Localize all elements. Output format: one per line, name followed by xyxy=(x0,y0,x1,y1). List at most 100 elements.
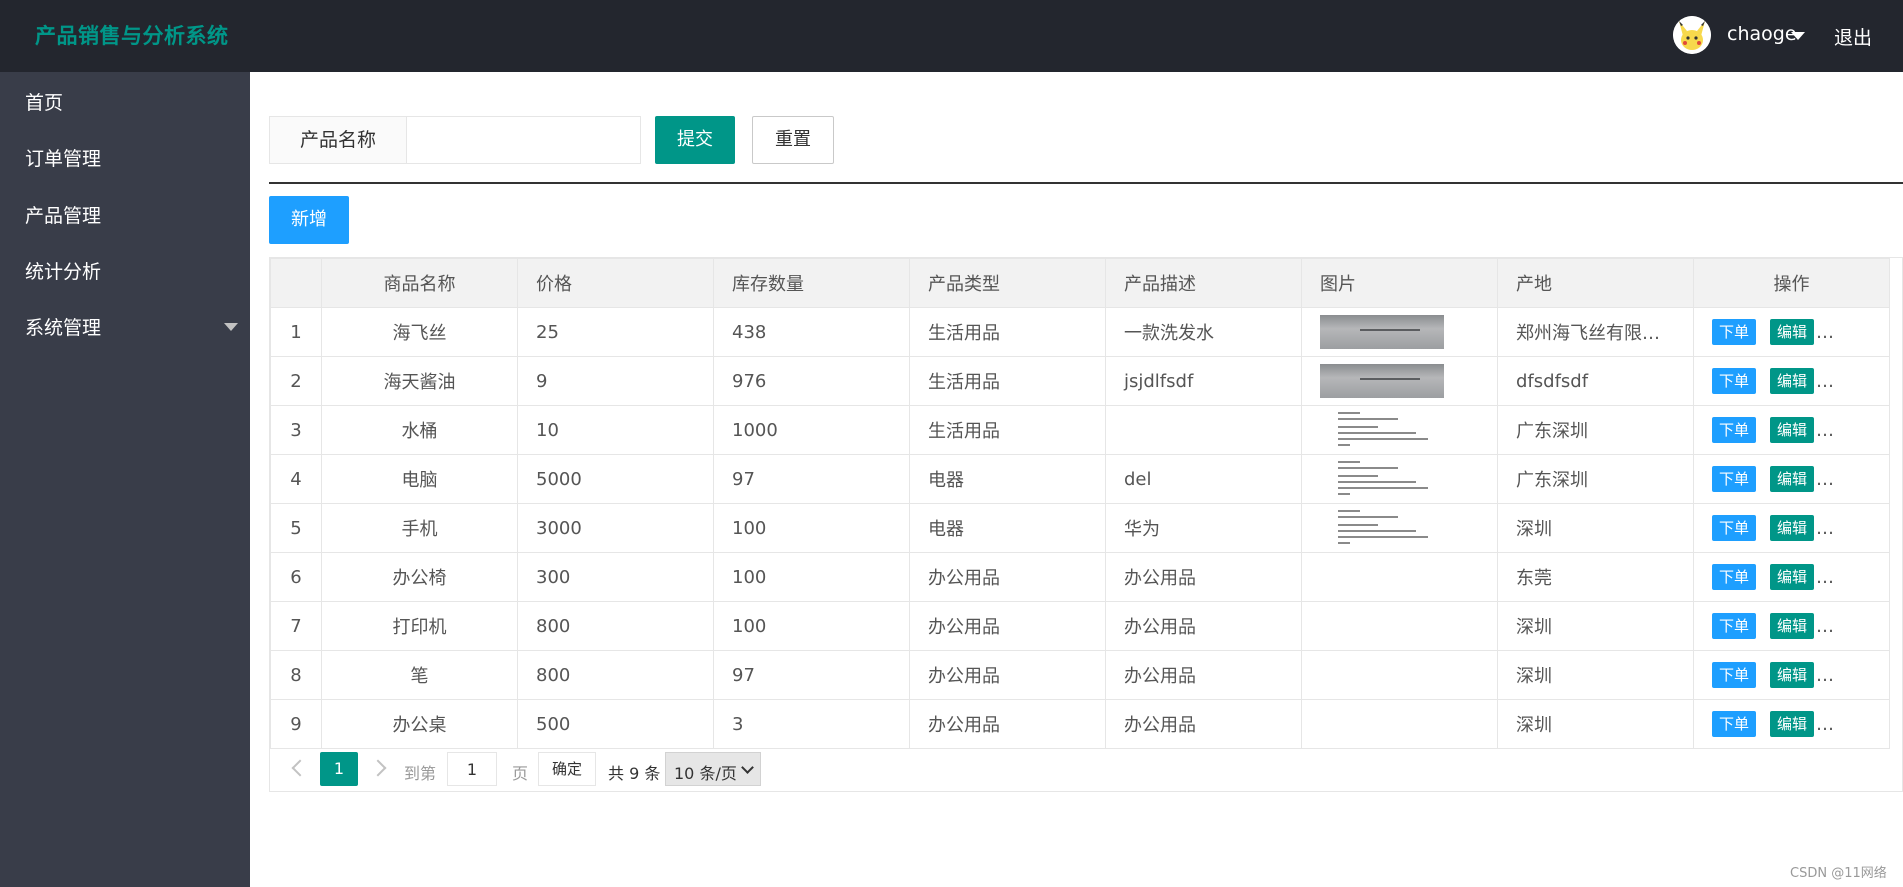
more-actions[interactable]: … xyxy=(1816,616,1834,637)
order-button[interactable]: 下单 xyxy=(1712,466,1757,492)
sidebar-item-products[interactable]: 产品管理 xyxy=(0,185,250,241)
cell-origin: 东莞 xyxy=(1497,552,1694,602)
edit-button[interactable]: 编辑 xyxy=(1770,466,1815,492)
user-menu-chevron-down-icon[interactable] xyxy=(1791,32,1805,40)
reset-button[interactable]: 重置 xyxy=(752,116,834,164)
product-name-input[interactable] xyxy=(407,117,640,163)
column-header-description[interactable]: 产品描述 xyxy=(1105,258,1302,308)
goto-confirm-button[interactable]: 确定 xyxy=(538,752,596,786)
cell-type: 生活用品 xyxy=(909,356,1106,406)
order-button[interactable]: 下单 xyxy=(1712,368,1757,394)
cell-actions: 下单 编辑… xyxy=(1693,552,1890,602)
cell-actions: 下单 编辑… xyxy=(1693,307,1890,357)
current-page-button[interactable]: 1 xyxy=(320,752,358,786)
edit-button[interactable]: 编辑 xyxy=(1770,417,1815,443)
column-header-name[interactable]: 商品名称 xyxy=(321,258,518,308)
cell-index: 2 xyxy=(270,356,322,406)
sidebar-item-home[interactable]: 首页 xyxy=(0,72,250,128)
edit-button[interactable]: 编辑 xyxy=(1770,515,1815,541)
edit-button[interactable]: 编辑 xyxy=(1770,368,1815,394)
cell-type: 办公用品 xyxy=(909,552,1106,602)
cell-name: 打印机 xyxy=(321,601,518,651)
avatar[interactable] xyxy=(1673,16,1711,54)
more-actions[interactable]: … xyxy=(1816,665,1834,686)
sidebar-item-system[interactable]: 系统管理 xyxy=(0,297,250,353)
cell-actions: 下单 编辑… xyxy=(1693,503,1890,553)
order-button[interactable]: 下单 xyxy=(1712,417,1757,443)
column-header-stock[interactable]: 库存数量 xyxy=(713,258,910,308)
sidebar-item-label: 系统管理 xyxy=(25,317,102,339)
prev-page-icon[interactable] xyxy=(291,759,309,777)
cell-type: 生活用品 xyxy=(909,405,1106,455)
order-button[interactable]: 下单 xyxy=(1712,711,1757,737)
chevron-down-icon xyxy=(741,761,754,774)
total-count: 共 9 条 xyxy=(608,764,661,783)
cell-image xyxy=(1301,454,1498,504)
edit-button[interactable]: 编辑 xyxy=(1770,662,1815,688)
cell-image xyxy=(1301,699,1498,749)
cell-price: 3000 xyxy=(517,503,714,553)
page-size-select[interactable]: 10 条/页 xyxy=(665,752,761,786)
more-actions[interactable]: … xyxy=(1816,420,1834,441)
more-actions[interactable]: … xyxy=(1816,469,1834,490)
table-header-row: 商品名称 价格 库存数量 产品类型 产品描述 图片 产地 操作 xyxy=(270,258,1890,308)
next-page-icon[interactable] xyxy=(369,759,387,777)
table-row: 8 笔 800 97 办公用品 办公用品 深圳 下单 编辑… xyxy=(270,650,1890,700)
cell-name: 办公桌 xyxy=(321,699,518,749)
cell-index: 8 xyxy=(270,650,322,700)
more-actions[interactable]: … xyxy=(1816,567,1834,588)
cell-type: 办公用品 xyxy=(909,699,1106,749)
cell-origin: 深圳 xyxy=(1497,650,1694,700)
add-button[interactable]: 新增 xyxy=(269,196,349,244)
table-row: 3 水桶 10 1000 生活用品 广东深圳 下单 编辑… xyxy=(270,405,1890,455)
cell-origin: 广东深圳 xyxy=(1497,405,1694,455)
username[interactable]: chaoge xyxy=(1727,23,1797,45)
more-actions[interactable]: … xyxy=(1816,322,1834,343)
cell-description: 一款洗发水 xyxy=(1105,307,1302,357)
order-button[interactable]: 下单 xyxy=(1712,319,1757,345)
goto-label: 到第 xyxy=(404,764,437,783)
column-header-origin[interactable]: 产地 xyxy=(1497,258,1694,308)
order-button[interactable]: 下单 xyxy=(1712,564,1757,590)
column-header-price[interactable]: 价格 xyxy=(517,258,714,308)
edit-button[interactable]: 编辑 xyxy=(1770,711,1815,737)
edit-button[interactable]: 编辑 xyxy=(1770,564,1815,590)
cell-actions: 下单 编辑… xyxy=(1693,454,1890,504)
more-actions[interactable]: … xyxy=(1816,371,1834,392)
document-thumbnail[interactable] xyxy=(1338,508,1438,548)
cell-stock: 100 xyxy=(713,503,910,553)
cell-origin: 深圳 xyxy=(1497,601,1694,651)
watermark: CSDN @11网络 xyxy=(1790,866,1887,881)
product-photo-thumbnail[interactable] xyxy=(1320,364,1444,398)
more-actions[interactable]: … xyxy=(1816,518,1834,539)
cell-description: 办公用品 xyxy=(1105,699,1302,749)
edit-button[interactable]: 编辑 xyxy=(1770,613,1815,639)
document-thumbnail[interactable] xyxy=(1338,459,1438,499)
column-header-type[interactable]: 产品类型 xyxy=(909,258,1106,308)
cell-description: del xyxy=(1105,454,1302,504)
more-actions[interactable]: … xyxy=(1816,714,1834,735)
edit-button[interactable]: 编辑 xyxy=(1770,319,1815,345)
goto-page-input[interactable] xyxy=(447,752,497,786)
order-button[interactable]: 下单 xyxy=(1712,662,1757,688)
cell-image xyxy=(1301,552,1498,602)
cell-actions: 下单 编辑… xyxy=(1693,405,1890,455)
sidebar-item-label: 产品管理 xyxy=(25,205,102,227)
cell-name: 手机 xyxy=(321,503,518,553)
product-photo-thumbnail[interactable] xyxy=(1320,315,1444,349)
order-button[interactable]: 下单 xyxy=(1712,613,1757,639)
column-header-index xyxy=(270,258,322,308)
cell-origin: 郑州海飞丝有限责任公司 xyxy=(1497,307,1694,357)
product-table: 商品名称 价格 库存数量 产品类型 产品描述 图片 产地 操作 1 海飞丝 25 43… xyxy=(269,257,1903,792)
cell-index: 4 xyxy=(270,454,322,504)
sidebar-item-statistics[interactable]: 统计分析 xyxy=(0,241,250,297)
cell-actions: 下单 编辑… xyxy=(1693,699,1890,749)
logout-link[interactable]: 退出 xyxy=(1834,23,1872,50)
column-header-image[interactable]: 图片 xyxy=(1301,258,1498,308)
cell-image xyxy=(1301,405,1498,455)
divider xyxy=(269,182,1903,184)
order-button[interactable]: 下单 xyxy=(1712,515,1757,541)
submit-button[interactable]: 提交 xyxy=(655,116,735,164)
sidebar-item-orders[interactable]: 订单管理 xyxy=(0,128,250,184)
document-thumbnail[interactable] xyxy=(1338,410,1438,450)
